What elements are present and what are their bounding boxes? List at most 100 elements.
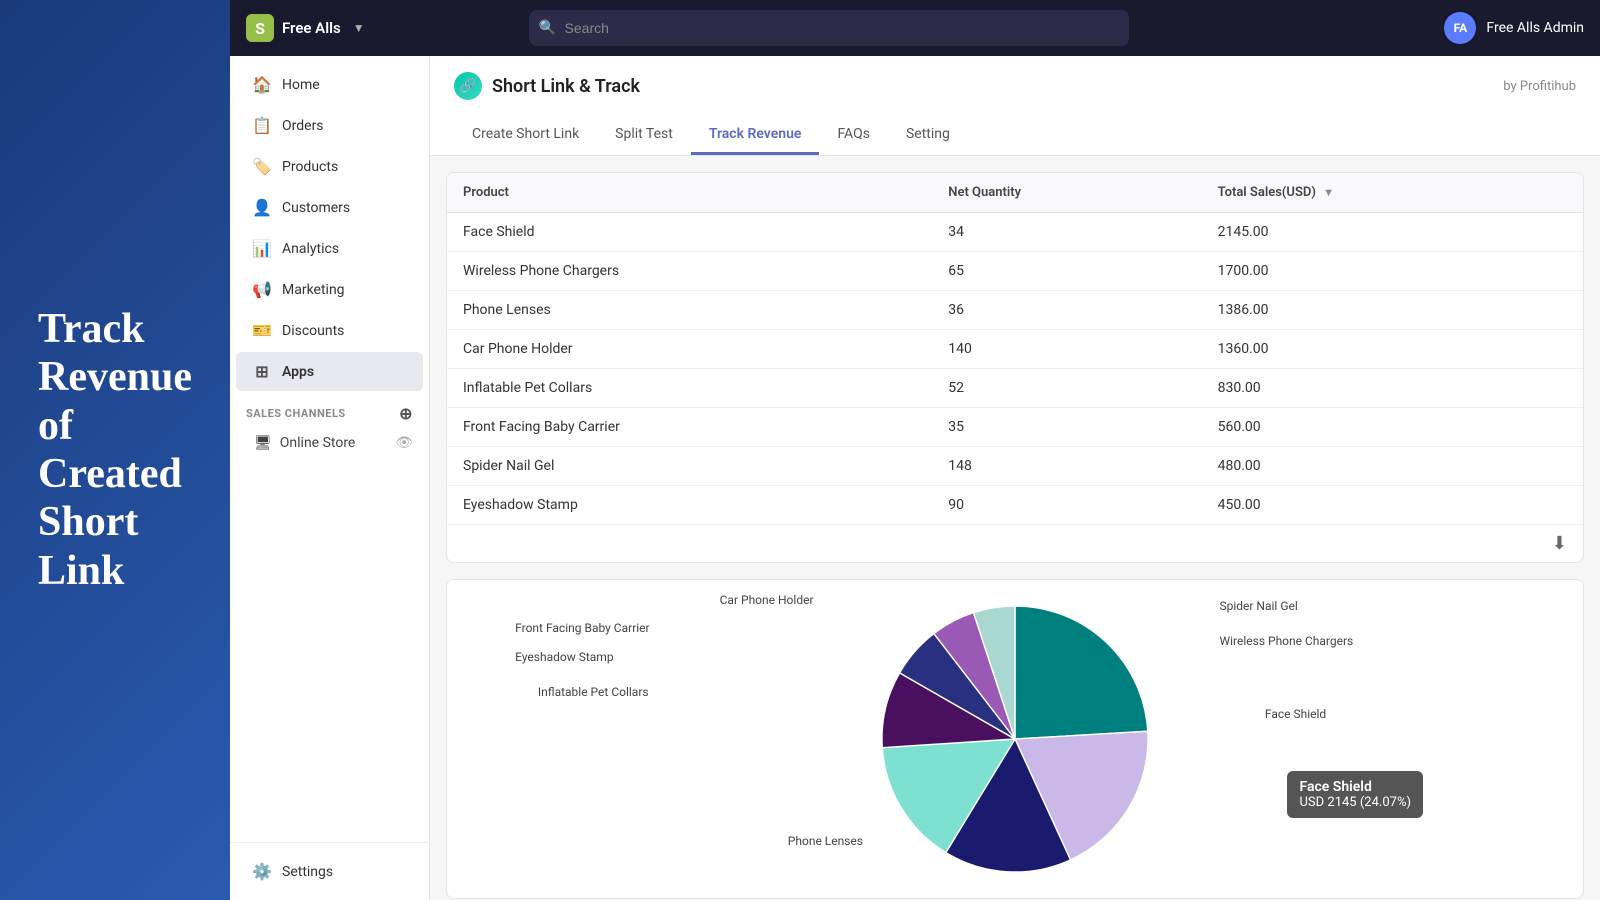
search-input[interactable] — [529, 10, 1129, 46]
sidebar-label-orders: Orders — [282, 118, 324, 134]
col-product: Product — [447, 173, 932, 213]
table-row: Inflatable Pet Collars 52 830.00 — [447, 369, 1583, 408]
cell-product: Eyeshadow Stamp — [447, 486, 932, 525]
cell-net-quantity: 34 — [932, 213, 1201, 252]
tab-create-short-link[interactable]: Create Short Link — [454, 116, 597, 155]
cell-net-quantity: 52 — [932, 369, 1201, 408]
marketing-icon: 📢 — [252, 280, 272, 299]
home-icon: 🏠 — [252, 75, 272, 94]
label-wireless-chargers: Wireless Phone Chargers — [1219, 634, 1353, 648]
cell-net-quantity: 140 — [932, 330, 1201, 369]
sidebar-label-settings: Settings — [282, 864, 333, 880]
store-switcher[interactable]: S Free Alls ▼ — [246, 14, 365, 42]
sidebar-label-analytics: Analytics — [282, 241, 339, 257]
sales-channels-label: SALES CHANNELS — [246, 407, 346, 420]
download-button[interactable]: ⬇ — [1552, 533, 1567, 554]
cell-product: Inflatable Pet Collars — [447, 369, 932, 408]
table-row: Car Phone Holder 140 1360.00 — [447, 330, 1583, 369]
sidebar-item-apps[interactable]: ⊞ Apps — [236, 352, 423, 391]
pie-chart-svg — [875, 549, 1155, 900]
cell-net-quantity: 148 — [932, 447, 1201, 486]
tooltip-value: USD 2145 (24.07%) — [1299, 795, 1411, 810]
label-face-shield: Face Shield — [1265, 707, 1326, 721]
sidebar-item-discounts[interactable]: 🎫 Discounts — [236, 311, 423, 350]
online-store-label: Online Store — [280, 435, 356, 451]
search-icon: 🔍 — [539, 20, 556, 36]
cell-product: Front Facing Baby Carrier — [447, 408, 932, 447]
revenue-table-container: Product Net Quantity Total Sales(USD) ▼ … — [446, 172, 1584, 563]
pie-segment[interactable] — [1015, 606, 1148, 739]
sidebar-item-analytics[interactable]: 📊 Analytics — [236, 229, 423, 268]
table-row: Spider Nail Gel 148 480.00 — [447, 447, 1583, 486]
label-front-facing: Front Facing Baby Carrier — [515, 621, 649, 635]
col-total-sales[interactable]: Total Sales(USD) ▼ — [1202, 173, 1583, 213]
tab-faqs[interactable]: FAQs — [819, 116, 888, 155]
table-row: Front Facing Baby Carrier 35 560.00 — [447, 408, 1583, 447]
cell-net-quantity: 90 — [932, 486, 1201, 525]
sidebar-item-products[interactable]: 🏷️ Products — [236, 147, 423, 186]
sidebar-label-marketing: Marketing — [282, 282, 345, 298]
sidebar-item-online-store[interactable]: 🖥 Online Store 👁 — [230, 427, 429, 459]
sidebar-footer: ⚙️ Settings — [230, 842, 429, 892]
cell-product: Face Shield — [447, 213, 932, 252]
tab-setting[interactable]: Setting — [888, 116, 968, 155]
sidebar-label-products: Products — [282, 159, 338, 175]
cell-total-sales: 2145.00 — [1202, 213, 1583, 252]
admin-name-label: Free Alls Admin — [1486, 20, 1584, 36]
cell-total-sales: 1360.00 — [1202, 330, 1583, 369]
sidebar-label-customers: Customers — [282, 200, 350, 216]
cell-total-sales: 480.00 — [1202, 447, 1583, 486]
cell-product: Phone Lenses — [447, 291, 932, 330]
app-title-left: 🔗 Short Link & Track — [454, 72, 640, 100]
store-name: Free Alls — [282, 19, 341, 37]
body-layout: 🏠 Home 📋 Orders 🏷️ Products 👤 Customers … — [230, 56, 1600, 900]
shopify-panel: S Free Alls ▼ 🔍 FA Free Alls Admin 🏠 Hom… — [230, 0, 1600, 900]
sidebar-item-customers[interactable]: 👤 Customers — [236, 188, 423, 227]
table-row: Phone Lenses 36 1386.00 — [447, 291, 1583, 330]
sidebar-label-home: Home — [282, 77, 320, 93]
pie-tooltip: Face Shield USD 2145 (24.07%) — [1287, 771, 1423, 818]
chevron-down-icon: ▼ — [353, 21, 365, 35]
eye-icon[interactable]: 👁 — [395, 435, 413, 451]
app-logo-icon: 🔗 — [454, 72, 482, 100]
tab-track-revenue[interactable]: Track Revenue — [691, 116, 820, 155]
sidebar-label-apps: Apps — [282, 364, 314, 380]
sidebar-item-marketing[interactable]: 📢 Marketing — [236, 270, 423, 309]
sales-channels-section: SALES CHANNELS ⊕ — [230, 392, 429, 427]
cell-total-sales: 1386.00 — [1202, 291, 1583, 330]
app-by-label: by Profitihub — [1503, 79, 1576, 94]
sidebar-item-settings[interactable]: ⚙️ Settings — [236, 852, 423, 891]
discounts-icon: 🎫 — [252, 321, 272, 340]
table-row: Wireless Phone Chargers 65 1700.00 — [447, 252, 1583, 291]
revenue-table: Product Net Quantity Total Sales(USD) ▼ … — [447, 173, 1583, 524]
label-spider-nail-gel: Spider Nail Gel — [1219, 599, 1297, 613]
sidebar-item-home[interactable]: 🏠 Home — [236, 65, 423, 104]
avatar[interactable]: FA — [1444, 12, 1476, 44]
hero-text: TrackRevenueofCreatedShortLink — [38, 305, 192, 595]
hero-text-panel: TrackRevenueofCreatedShortLink — [0, 0, 230, 900]
sidebar-label-discounts: Discounts — [282, 323, 344, 339]
settings-icon: ⚙️ — [252, 862, 272, 881]
cell-product: Car Phone Holder — [447, 330, 932, 369]
add-sales-channel-icon[interactable]: ⊕ — [399, 404, 413, 423]
topbar-right: FA Free Alls Admin — [1444, 12, 1584, 44]
topbar: S Free Alls ▼ 🔍 FA Free Alls Admin — [230, 0, 1600, 56]
label-inflatable-pet: Inflatable Pet Collars — [538, 685, 649, 699]
apps-icon: ⊞ — [252, 362, 272, 381]
label-phone-lenses: Phone Lenses — [788, 834, 863, 848]
sidebar-item-orders[interactable]: 📋 Orders — [236, 106, 423, 145]
app-title-row: 🔗 Short Link & Track by Profitihub — [454, 72, 1576, 100]
app-header: 🔗 Short Link & Track by Profitihub Creat… — [430, 56, 1600, 156]
app-title: Short Link & Track — [492, 76, 640, 97]
filter-icon: ▼ — [1323, 186, 1334, 199]
sidebar: 🏠 Home 📋 Orders 🏷️ Products 👤 Customers … — [230, 56, 430, 900]
cell-net-quantity: 65 — [932, 252, 1201, 291]
search-bar: 🔍 — [529, 10, 1129, 46]
tabs-bar: Create Short Link Split Test Track Reven… — [454, 116, 1576, 155]
orders-icon: 📋 — [252, 116, 272, 135]
cell-total-sales: 560.00 — [1202, 408, 1583, 447]
table-header-row: Product Net Quantity Total Sales(USD) ▼ — [447, 173, 1583, 213]
table-row: Face Shield 34 2145.00 — [447, 213, 1583, 252]
tab-split-test[interactable]: Split Test — [597, 116, 691, 155]
pie-chart-area: Face Shield USD 2145 (24.07%) Spider Nai… — [446, 579, 1584, 899]
